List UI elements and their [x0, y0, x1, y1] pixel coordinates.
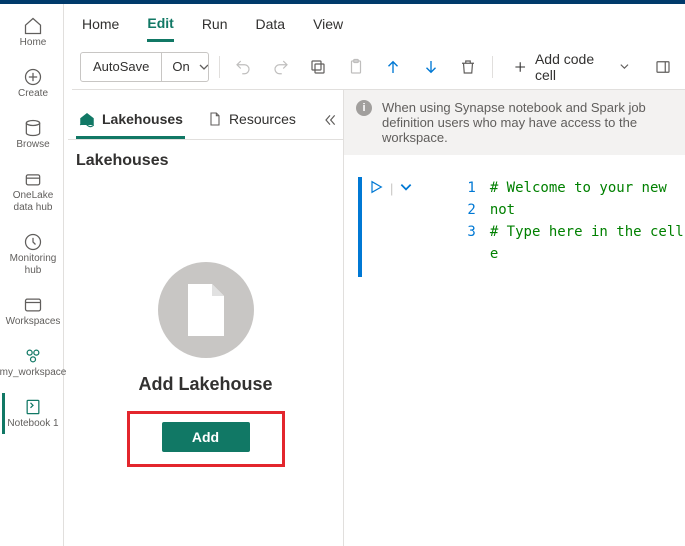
plus-icon [513, 59, 527, 75]
empty-state-heading: Add Lakehouse [138, 374, 272, 395]
run-cell-button[interactable] [368, 179, 384, 198]
code-cell[interactable]: | 1 2 3 # Welcome to yo [344, 155, 685, 287]
datahub-icon [23, 169, 43, 189]
nav-home[interactable]: Home [2, 12, 62, 53]
work-area: Lakehouses Resources Lakehouses [64, 90, 685, 546]
collapse-panel-button[interactable] [318, 108, 342, 135]
chevron-double-left-icon [322, 112, 338, 128]
toolbar: AutoSave On Add code cell [72, 44, 685, 90]
copy-button[interactable] [305, 52, 332, 82]
info-bar: i When using Synapse notebook and Spark … [344, 90, 685, 155]
panel-icon [654, 58, 672, 76]
nav-label: Workspaces [6, 316, 61, 328]
nav-onelake[interactable]: OneLake data hub [2, 165, 62, 218]
paste-button[interactable] [342, 52, 369, 82]
tab-view[interactable]: View [313, 8, 343, 40]
tab-data[interactable]: Data [256, 8, 286, 40]
nav-label: Browse [16, 139, 49, 151]
nav-label: my_workspace [0, 367, 66, 379]
chevron-down-icon [198, 61, 209, 73]
sidepanel-tab-resources[interactable]: Resources [205, 105, 298, 138]
sidepanel-tabs: Lakehouses Resources [68, 100, 343, 140]
chevron-down-icon [399, 180, 413, 194]
chevron-down-icon [619, 61, 630, 72]
redo-button[interactable] [267, 52, 294, 82]
code-content: # Welcome to your new not # Type here in… [490, 177, 685, 287]
play-icon [368, 179, 384, 195]
tab-run[interactable]: Run [202, 8, 228, 40]
nav-create[interactable]: Create [2, 63, 62, 104]
empty-state-graphic [158, 262, 254, 358]
delete-button[interactable] [454, 52, 481, 82]
workspaces-icon [23, 295, 43, 315]
moveup-button[interactable] [379, 52, 406, 82]
run-dropdown[interactable] [399, 180, 413, 197]
movedown-button[interactable] [417, 52, 444, 82]
nav-label: Home [20, 37, 47, 49]
sidepanel-tab-label: Lakehouses [102, 111, 183, 127]
workspace-icon [23, 346, 43, 366]
redo-icon [272, 58, 290, 76]
monitoring-icon [23, 232, 43, 252]
notebook-icon [23, 397, 43, 417]
copy-icon [309, 58, 327, 76]
tab-home[interactable]: Home [82, 8, 119, 40]
tab-edit[interactable]: Edit [147, 7, 173, 42]
ribbon-tabs: Home Edit Run Data View [64, 4, 685, 44]
autosave-label: AutoSave [81, 59, 161, 74]
paste-icon [347, 58, 365, 76]
nav-label: OneLake data hub [5, 190, 62, 214]
arrow-up-icon [384, 58, 402, 76]
add-button-highlight: Add [127, 411, 285, 467]
nav-myworkspace[interactable]: my_workspace [2, 342, 62, 383]
plus-circle-icon [23, 67, 43, 87]
nav-notebook[interactable]: Notebook 1 [2, 393, 62, 434]
trash-icon [459, 58, 477, 76]
nav-monitoring[interactable]: Monitoring hub [2, 228, 62, 281]
nav-label: Create [18, 88, 48, 100]
nav-label: Notebook 1 [7, 418, 58, 430]
info-icon: i [356, 100, 372, 116]
info-text: When using Synapse notebook and Spark jo… [382, 100, 673, 145]
side-panel: Lakehouses Resources Lakehouses [68, 90, 344, 546]
sidepanel-tab-lakehouses[interactable]: Lakehouses [76, 104, 185, 139]
line-numbers: 1 2 3 [467, 177, 489, 287]
more-button[interactable] [650, 52, 677, 82]
nav-browse[interactable]: Browse [2, 114, 62, 155]
content-area: Home Edit Run Data View AutoSave On [64, 4, 685, 546]
separator [219, 56, 220, 78]
left-nav: Home Create Browse OneLake data hub Moni… [0, 4, 64, 546]
sidepanel-title: Lakehouses [74, 152, 337, 170]
add-lakehouse-button[interactable]: Add [162, 422, 250, 452]
file-icon [207, 111, 223, 127]
add-code-cell-button[interactable]: Add code cell [503, 52, 640, 82]
home-icon [23, 16, 43, 36]
separator [492, 56, 493, 78]
undo-button[interactable] [230, 52, 257, 82]
autosave-value: On [172, 59, 189, 74]
undo-icon [234, 58, 252, 76]
empty-state: Add Lakehouse Add [74, 182, 337, 546]
code-editor[interactable]: 1 2 3 # Welcome to your new not # Type h… [467, 177, 685, 287]
autosave-control[interactable]: AutoSave On [80, 52, 209, 82]
editor-area: i When using Synapse notebook and Spark … [344, 90, 685, 546]
database-icon [23, 118, 43, 138]
arrow-down-icon [422, 58, 440, 76]
nav-label: Monitoring hub [5, 253, 62, 277]
lakehouse-icon [78, 110, 96, 128]
document-check-icon [182, 282, 230, 338]
nav-workspaces[interactable]: Workspaces [2, 291, 62, 332]
sidepanel-tab-label: Resources [229, 111, 296, 127]
add-code-label: Add code cell [535, 51, 611, 83]
